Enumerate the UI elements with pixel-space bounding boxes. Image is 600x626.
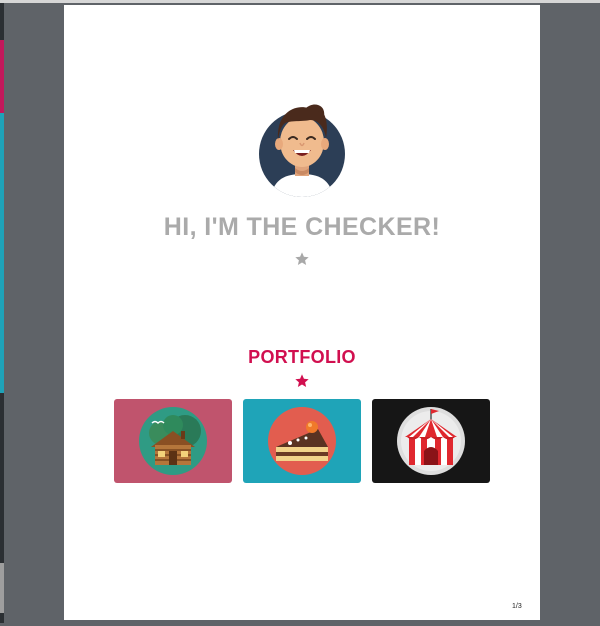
document-page: HI, I'M THE CHECKER! PORTFOLIO 1/3: [64, 5, 540, 620]
hero-heading: HI, I'M THE CHECKER!: [163, 213, 441, 241]
portfolio-item-cabin[interactable]: [114, 399, 232, 483]
background-page-strip: [0, 40, 4, 113]
background-page-strip: [0, 563, 4, 613]
star-icon: [295, 252, 309, 265]
star-icon: [295, 374, 309, 387]
viewer-top-edge: [0, 0, 600, 3]
portfolio-item-cake[interactable]: [243, 399, 361, 483]
background-page-edge: [0, 3, 4, 623]
portfolio-heading: PORTFOLIO: [248, 347, 356, 367]
circus-tent-icon: [397, 407, 465, 475]
log-cabin-icon: [139, 407, 207, 475]
cake-slice-icon: [268, 407, 336, 475]
portfolio-item-circus[interactable]: [372, 399, 490, 483]
page-counter: 1/3: [512, 603, 522, 610]
boy-avatar-icon: [259, 104, 345, 197]
background-page-strip: [0, 113, 4, 393]
